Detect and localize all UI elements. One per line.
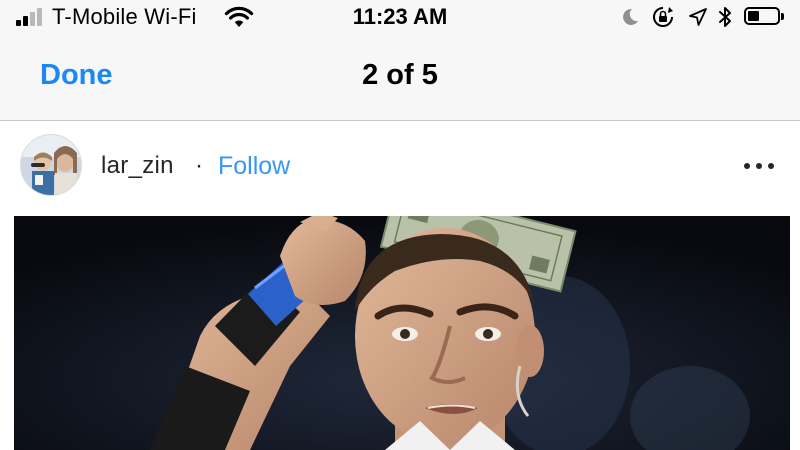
status-bar: T-Mobile Wi-Fi 11:23 AM [0,0,800,34]
moon-icon [623,8,638,25]
screen: T-Mobile Wi-Fi 11:23 AM Done 2 of 5 lar_… [0,0,800,450]
status-icons [616,5,786,29]
post-photo [14,216,790,450]
orientation-lock-icon [653,7,673,27]
nav-bar: Done 2 of 5 [0,34,800,120]
location-arrow-icon [689,8,707,26]
separator-dot: · [195,152,203,179]
follow-button[interactable]: Follow [218,152,290,181]
post-image[interactable] [0,216,800,450]
post-header: lar_zin · Follow [0,121,800,216]
avatar[interactable] [20,134,82,196]
bluetooth-icon [719,7,731,27]
ellipsis-icon[interactable] [740,151,778,181]
battery-icon [744,7,786,27]
page-counter-title: 2 of 5 [362,59,438,91]
top-bar: T-Mobile Wi-Fi 11:23 AM Done 2 of 5 [0,0,800,121]
username-link[interactable]: lar_zin [101,152,174,180]
